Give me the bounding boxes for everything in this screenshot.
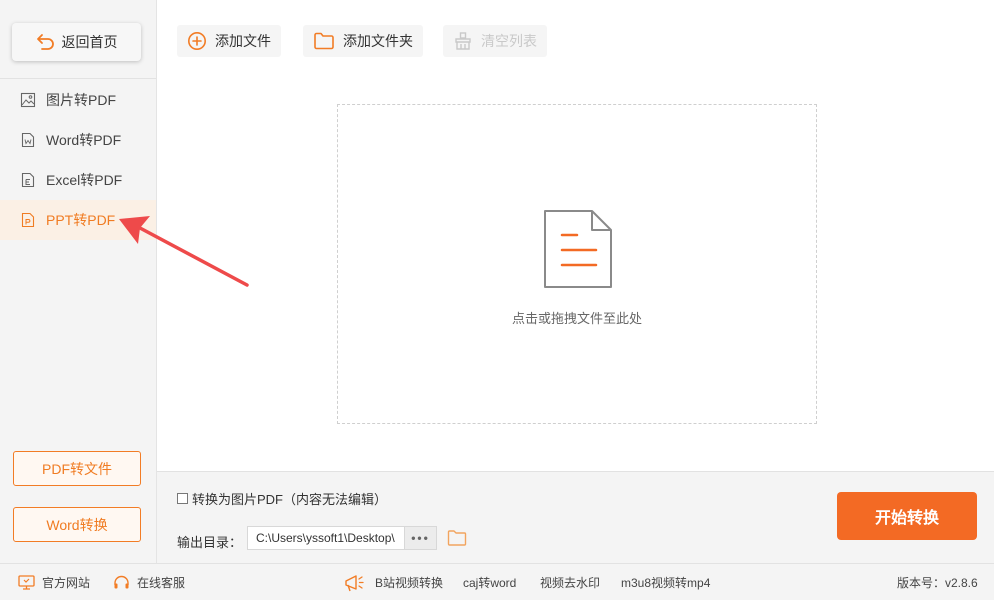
plus-circle-icon xyxy=(188,32,206,50)
nav-divider xyxy=(0,78,156,79)
image-pdf-checkbox[interactable] xyxy=(177,493,188,504)
ppt-file-icon xyxy=(21,212,35,228)
status-bar: 官方网站 在线客服 B站视频转换 caj转word 视频去水印 m3u8视频转m… xyxy=(0,563,994,600)
output-dir-value: C:\Users\yssoft1\Desktop\ xyxy=(256,531,395,545)
caj-to-word-link[interactable]: caj转word xyxy=(463,564,516,600)
sidebar-item-label: Excel转PDF xyxy=(46,172,123,188)
monitor-icon xyxy=(18,575,35,590)
sidebar-item-excel-to-pdf[interactable]: Excel转PDF xyxy=(0,160,156,200)
broom-icon xyxy=(455,32,471,50)
output-dir-field[interactable]: C:\Users\yssoft1\Desktop\ ••• xyxy=(247,526,437,550)
file-drop-zone[interactable]: 点击或拖拽文件至此处 xyxy=(337,104,817,424)
megaphone-icon xyxy=(345,575,364,592)
official-website-label: 官方网站 xyxy=(42,576,91,590)
sidebar: 返回首页 图片转PDF Word转PDF Excel转PDF PPT转PDF P… xyxy=(0,0,157,563)
folder-icon xyxy=(314,32,334,50)
back-home-button[interactable]: 返回首页 xyxy=(12,23,141,61)
excel-file-icon xyxy=(21,172,35,188)
image-file-icon xyxy=(20,92,36,108)
document-icon xyxy=(544,210,612,288)
open-folder-icon[interactable] xyxy=(447,529,467,547)
pdf-to-file-button[interactable]: PDF转文件 xyxy=(13,451,141,486)
back-arrow-icon xyxy=(36,34,54,50)
word-file-icon xyxy=(21,132,35,148)
add-file-label: 添加文件 xyxy=(215,33,271,49)
headset-icon xyxy=(114,575,129,588)
m3u8-to-mp4-link[interactable]: m3u8视频转mp4 xyxy=(621,564,710,600)
add-folder-button[interactable]: 添加文件夹 xyxy=(303,25,423,57)
sidebar-item-label: Word转PDF xyxy=(46,132,122,148)
official-website-link[interactable]: 官方网站 xyxy=(18,564,90,600)
version-label: 版本号：v2.8.6 xyxy=(897,576,978,590)
add-folder-label: 添加文件夹 xyxy=(343,33,413,49)
bilibili-video-link[interactable]: B站视频转换 xyxy=(375,564,443,600)
sidebar-item-label: PPT转PDF xyxy=(46,212,116,228)
video-watermark-link[interactable]: 视频去水印 xyxy=(540,564,600,600)
output-dir-label: 输出目录： xyxy=(177,535,243,550)
browse-button[interactable]: ••• xyxy=(404,527,436,549)
add-file-button[interactable]: 添加文件 xyxy=(177,25,281,57)
clear-list-label: 清空列表 xyxy=(481,33,537,49)
online-support-link[interactable]: 在线客服 xyxy=(113,564,185,600)
sidebar-item-label: 图片转PDF xyxy=(46,92,116,108)
back-home-label: 返回首页 xyxy=(61,34,118,50)
start-convert-button[interactable]: 开始转换 xyxy=(837,492,977,540)
clear-list-button[interactable]: 清空列表 xyxy=(443,25,547,57)
image-pdf-label: 转换为图片PDF（内容无法编辑） xyxy=(192,492,388,507)
options-panel: 转换为图片PDF（内容无法编辑） 输出目录： C:\Users\yssoft1\… xyxy=(157,471,994,563)
sidebar-item-image-to-pdf[interactable]: 图片转PDF xyxy=(0,80,156,120)
online-support-label: 在线客服 xyxy=(137,576,186,590)
word-convert-button[interactable]: Word转换 xyxy=(13,507,141,542)
sidebar-item-ppt-to-pdf[interactable]: PPT转PDF xyxy=(0,200,156,240)
image-pdf-option[interactable]: 转换为图片PDF（内容无法编辑） xyxy=(177,489,387,508)
app-window: 返回首页 图片转PDF Word转PDF Excel转PDF PPT转PDF P… xyxy=(0,0,994,600)
sidebar-nav: 图片转PDF Word转PDF Excel转PDF PPT转PDF xyxy=(0,80,156,240)
drop-hint-text: 点击或拖拽文件至此处 xyxy=(511,311,642,326)
sidebar-item-word-to-pdf[interactable]: Word转PDF xyxy=(0,120,156,160)
